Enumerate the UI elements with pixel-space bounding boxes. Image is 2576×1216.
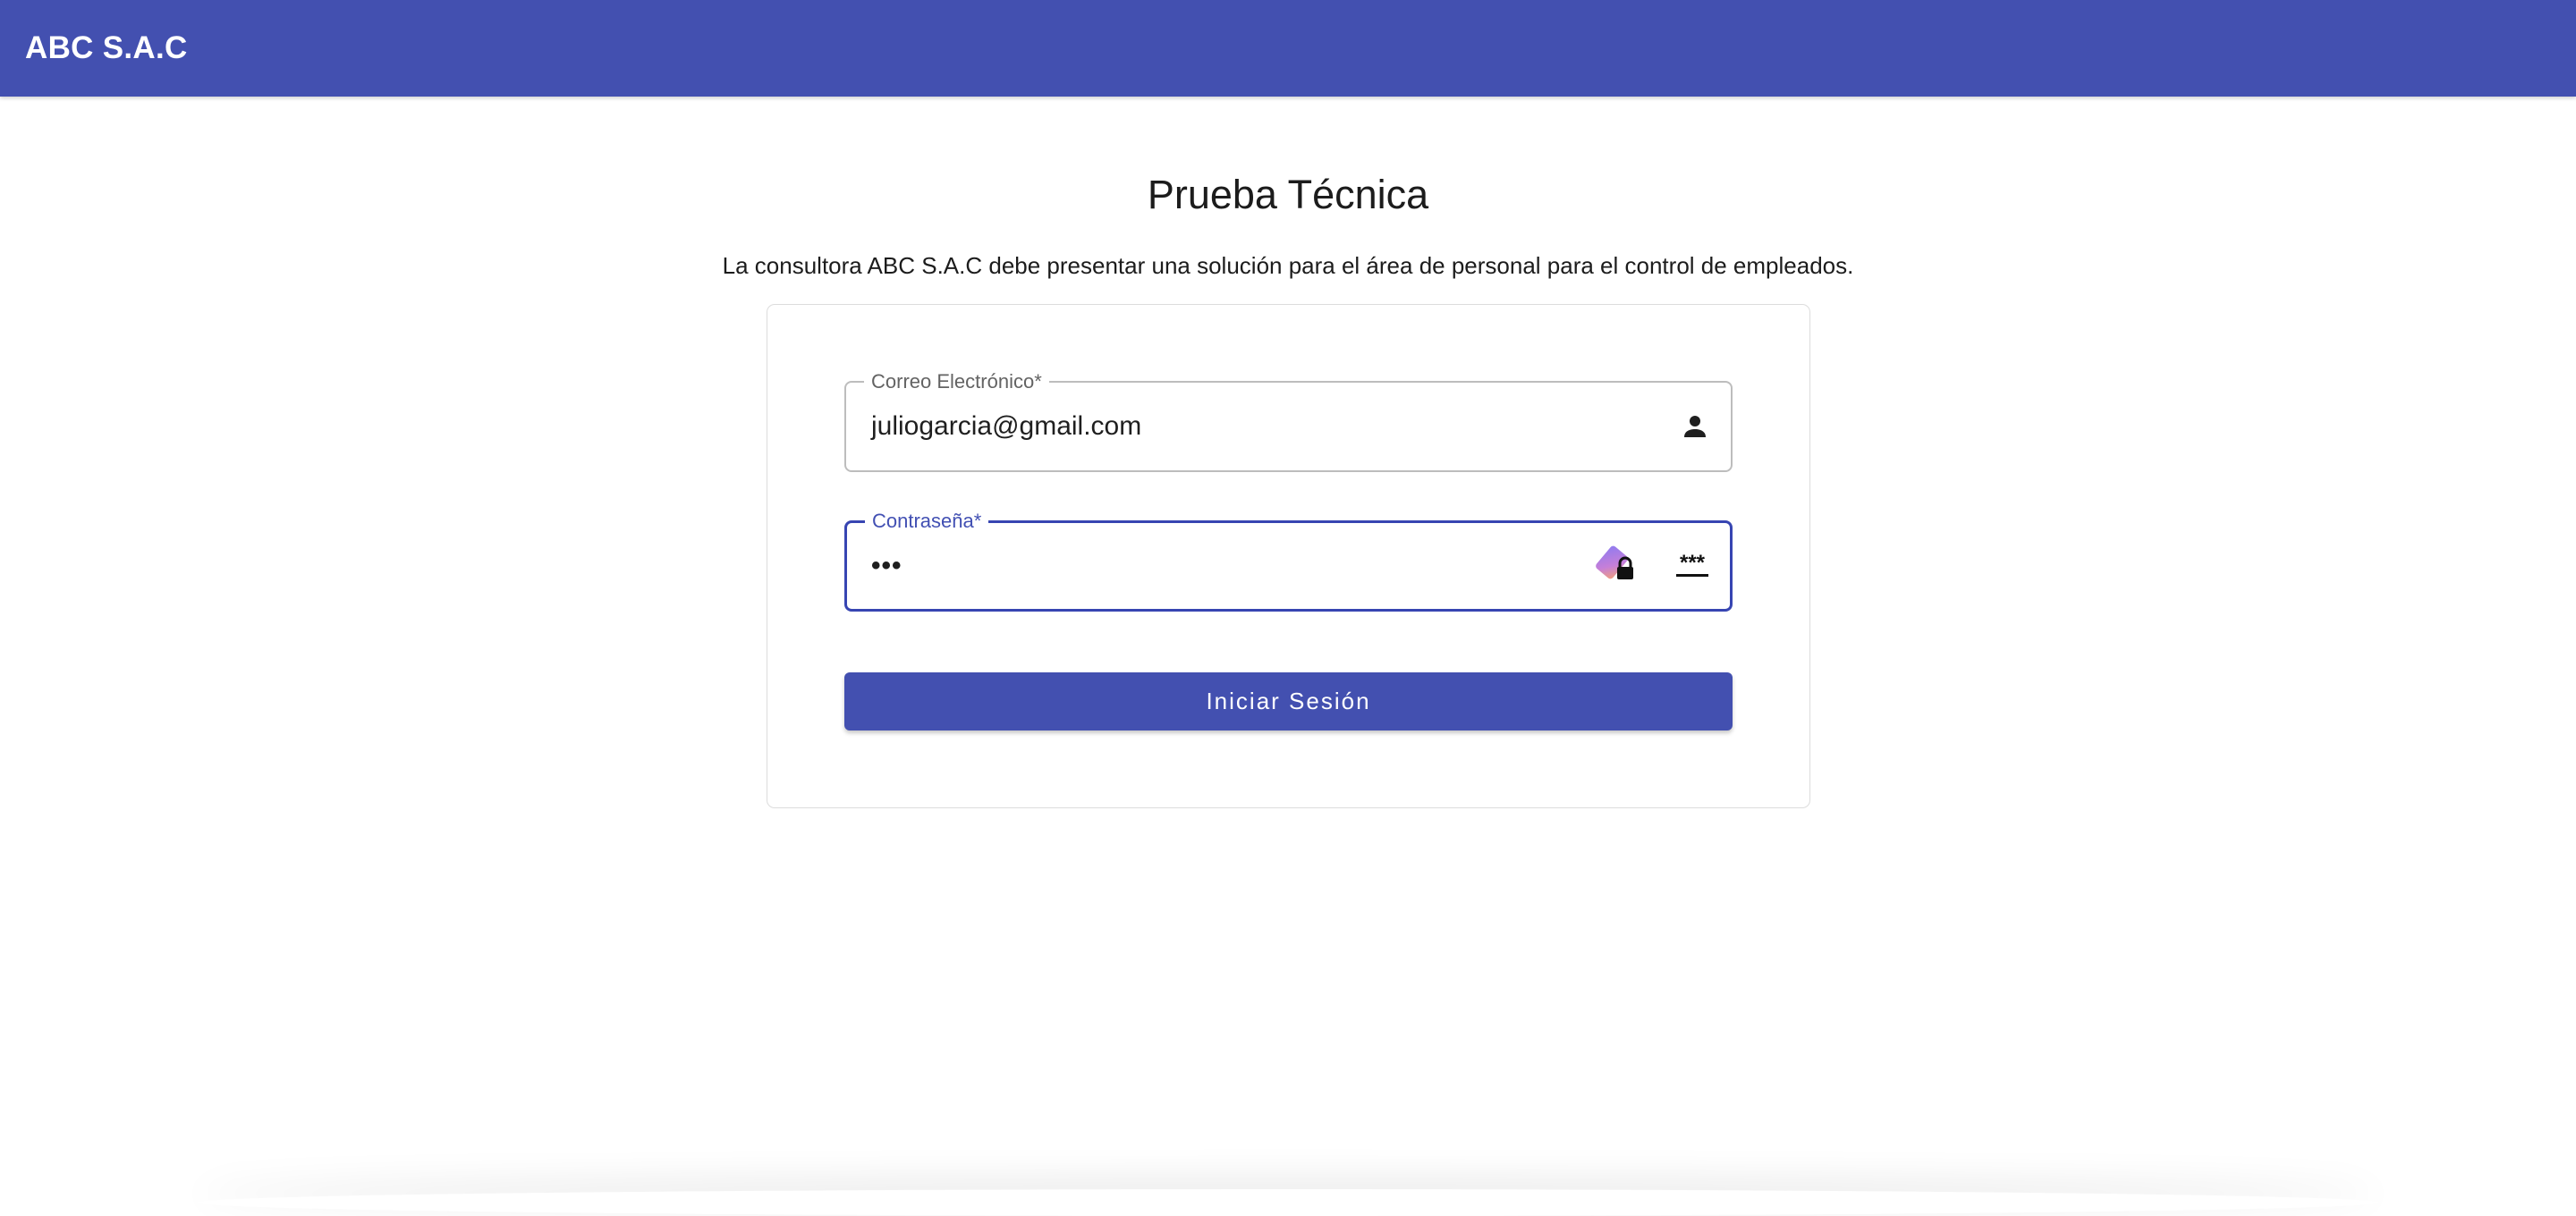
page-description: La consultora ABC S.A.C debe presentar u… bbox=[722, 252, 1854, 279]
bottom-shadow bbox=[197, 1189, 2379, 1216]
app-title: ABC S.A.C bbox=[25, 30, 188, 65]
email-input[interactable]: juliogarcia@gmail.com bbox=[871, 383, 1141, 470]
page-title: Prueba Técnica bbox=[1147, 172, 1429, 217]
password-field[interactable]: Contraseña* ••• *** bbox=[844, 510, 1733, 612]
password-generator-icon[interactable]: *** bbox=[1673, 550, 1712, 582]
password-manager-icon[interactable] bbox=[1594, 543, 1640, 589]
login-button[interactable]: Iniciar Sesión bbox=[844, 672, 1733, 730]
email-field[interactable]: Correo Electrónico* juliogarcia@gmail.co… bbox=[844, 370, 1733, 472]
password-input[interactable]: ••• bbox=[871, 523, 902, 609]
login-card: Correo Electrónico* juliogarcia@gmail.co… bbox=[767, 304, 1810, 808]
app-bar: ABC S.A.C bbox=[0, 0, 2576, 97]
svg-text:***: *** bbox=[1680, 551, 1706, 575]
person-icon bbox=[1679, 410, 1711, 443]
